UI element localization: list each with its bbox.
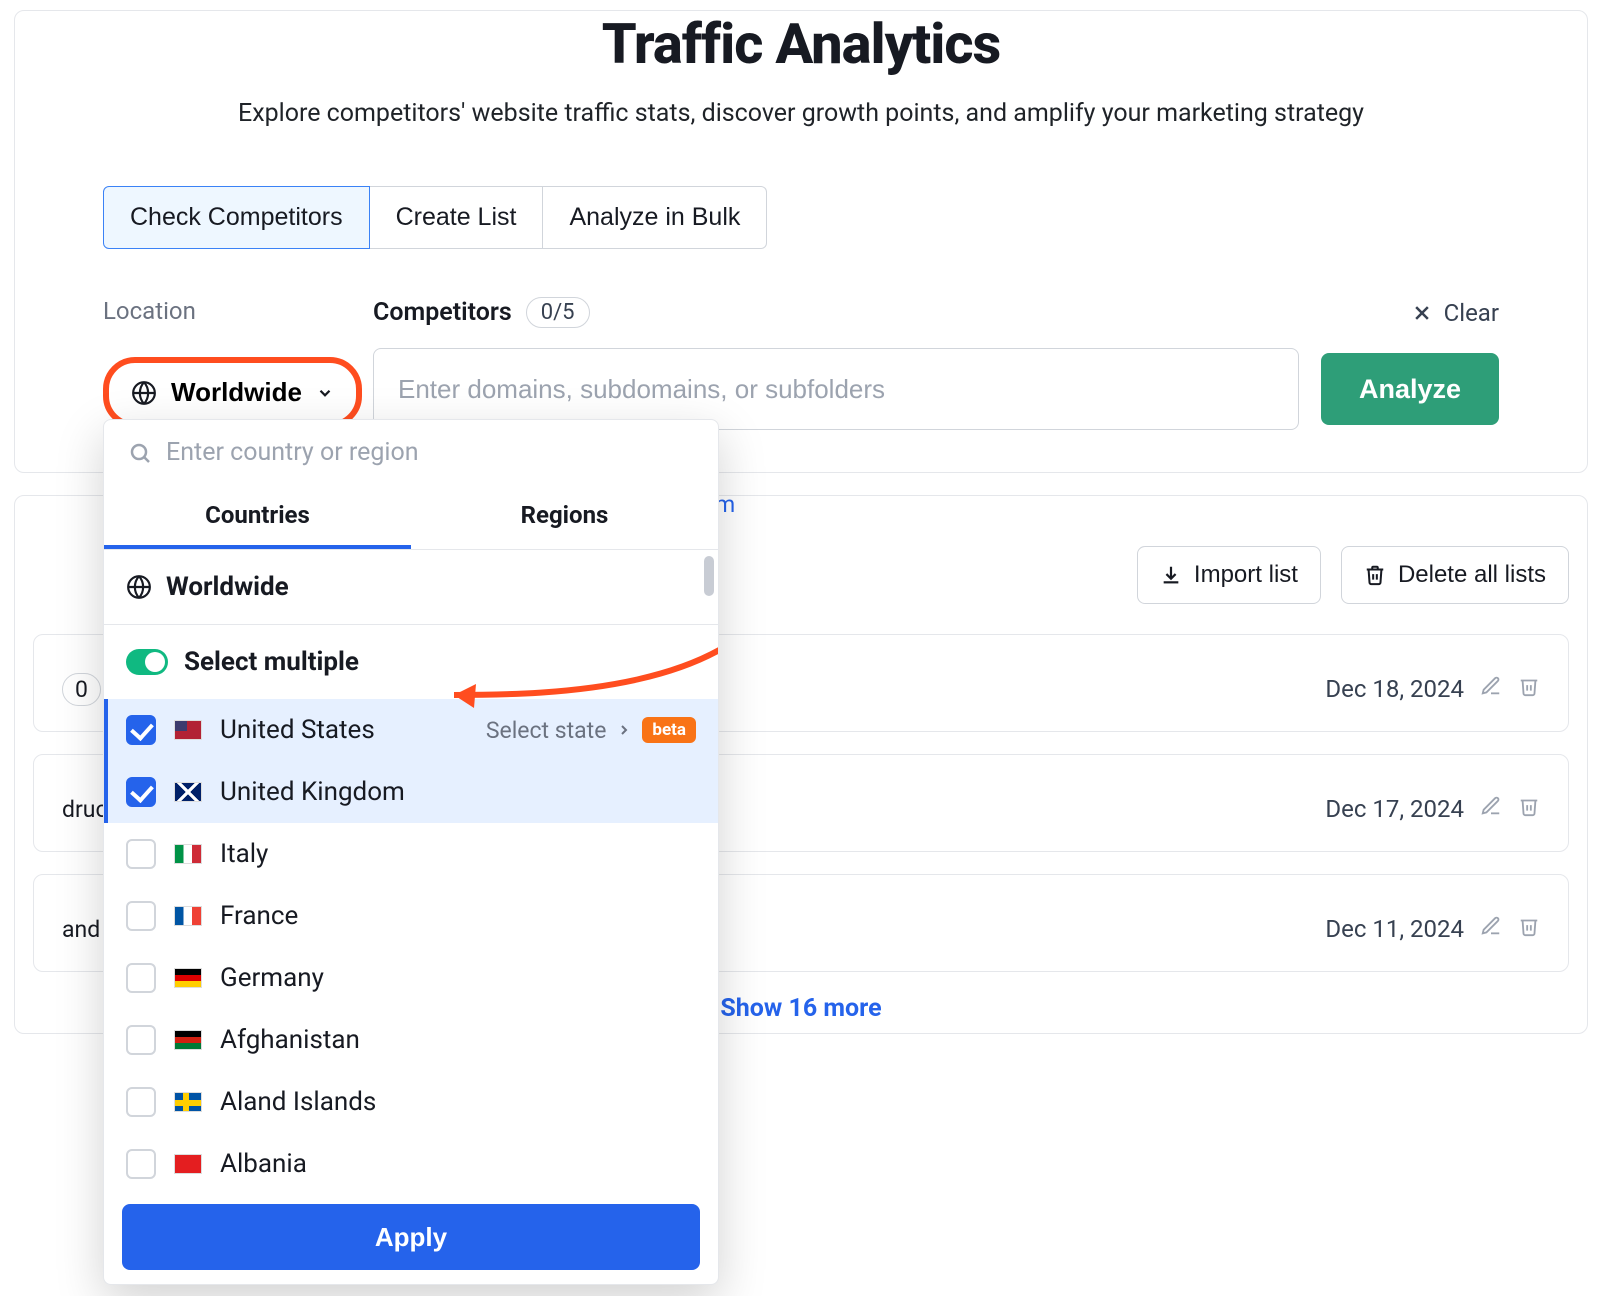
dropdown-tab-regions[interactable]: Regions bbox=[411, 485, 718, 549]
flag-icon bbox=[174, 1154, 202, 1174]
tab-create-list[interactable]: Create List bbox=[370, 186, 544, 249]
edit-icon[interactable] bbox=[1480, 675, 1502, 703]
competitors-label: Competitors bbox=[373, 298, 512, 327]
search-icon bbox=[128, 441, 152, 465]
apply-button[interactable]: Apply bbox=[122, 1204, 700, 1270]
select-multiple-label: Select multiple bbox=[184, 647, 359, 677]
country-name: Afghanistan bbox=[220, 1025, 360, 1055]
dropdown-tab-countries[interactable]: Countries bbox=[104, 485, 411, 549]
dropdown-search-placeholder: Enter country or region bbox=[166, 438, 419, 467]
trash-icon bbox=[1364, 564, 1386, 586]
location-label: Location bbox=[103, 297, 373, 325]
dropdown-footer: Apply bbox=[104, 1190, 718, 1284]
country-name: United States bbox=[220, 715, 375, 745]
list-item-date: Dec 18, 2024 bbox=[1325, 675, 1464, 703]
mode-tabs: Check Competitors Create List Analyze in… bbox=[103, 186, 1587, 249]
country-checkbox[interactable] bbox=[126, 1025, 156, 1055]
country-list: United States Select state beta United King… bbox=[104, 699, 718, 1190]
location-dropdown-button[interactable]: Worldwide bbox=[103, 357, 362, 428]
list-item-meta: Dec 11, 2024 bbox=[1325, 915, 1540, 943]
country-row-us[interactable]: United States Select state beta bbox=[104, 699, 718, 761]
download-icon bbox=[1160, 564, 1182, 586]
country-name: France bbox=[220, 901, 298, 931]
chevron-down-icon bbox=[316, 384, 334, 402]
select-state-link[interactable]: Select state beta bbox=[486, 717, 696, 744]
dropdown-tabs: Countries Regions bbox=[104, 485, 718, 550]
delete-all-label: Delete all lists bbox=[1398, 561, 1546, 589]
list-item-meta: Dec 17, 2024 bbox=[1325, 795, 1540, 823]
delete-icon[interactable] bbox=[1518, 915, 1540, 943]
flag-icon bbox=[174, 720, 202, 740]
main-card: Traffic Analytics Explore competitors' w… bbox=[14, 10, 1588, 473]
country-checkbox[interactable] bbox=[126, 963, 156, 993]
delete-icon[interactable] bbox=[1518, 795, 1540, 823]
page-subtitle: Explore competitors' website traffic sta… bbox=[15, 99, 1587, 128]
select-state-label: Select state bbox=[486, 717, 607, 744]
country-row-ax[interactable]: Aland Islands bbox=[104, 1071, 718, 1133]
competitors-count-pill: 0/5 bbox=[526, 297, 590, 328]
list-item-count-badge: 0 bbox=[62, 673, 101, 706]
delete-icon[interactable] bbox=[1518, 675, 1540, 703]
dropdown-search[interactable]: Enter country or region bbox=[104, 420, 718, 485]
tab-analyze-in-bulk[interactable]: Analyze in Bulk bbox=[543, 186, 767, 249]
flag-icon bbox=[174, 968, 202, 988]
edit-icon[interactable] bbox=[1480, 795, 1502, 823]
select-multiple-toggle[interactable] bbox=[126, 649, 168, 675]
location-button-text: Worldwide bbox=[171, 377, 302, 408]
country-name: United Kingdom bbox=[220, 777, 405, 807]
flag-icon bbox=[174, 906, 202, 926]
flag-icon bbox=[174, 782, 202, 802]
location-dropdown-panel: Enter country or region Countries Region… bbox=[103, 419, 719, 1285]
country-name: Italy bbox=[220, 839, 268, 869]
country-row-it[interactable]: Italy bbox=[104, 823, 718, 885]
list-item-date: Dec 11, 2024 bbox=[1325, 915, 1464, 943]
worldwide-option[interactable]: Worldwide bbox=[104, 550, 718, 624]
close-icon bbox=[1412, 303, 1432, 323]
globe-icon bbox=[126, 574, 152, 600]
chevron-right-icon bbox=[616, 722, 632, 738]
show-more-link[interactable]: Show 16 more bbox=[720, 994, 881, 1023]
country-checkbox[interactable] bbox=[126, 901, 156, 931]
page-title: Traffic Analytics bbox=[15, 11, 1587, 77]
import-list-label: Import list bbox=[1194, 561, 1298, 589]
tab-check-competitors[interactable]: Check Competitors bbox=[103, 186, 370, 249]
list-item-meta: Dec 18, 2024 bbox=[1325, 675, 1540, 703]
analyze-button[interactable]: Analyze bbox=[1321, 353, 1499, 425]
competitors-header: Competitors 0/5 Clear bbox=[373, 297, 1499, 328]
globe-icon bbox=[131, 380, 157, 406]
country-row-de[interactable]: Germany bbox=[104, 947, 718, 1009]
import-list-button[interactable]: Import list bbox=[1137, 546, 1321, 604]
clear-button[interactable]: Clear bbox=[1412, 299, 1499, 327]
country-row-af[interactable]: Afghanistan bbox=[104, 1009, 718, 1071]
competitors-input[interactable] bbox=[373, 348, 1299, 430]
country-checkbox[interactable] bbox=[126, 715, 156, 745]
dropdown-body: Worldwide Select multiple United States S… bbox=[104, 550, 718, 1190]
country-row-uk[interactable]: United Kingdom bbox=[104, 761, 718, 823]
list-item-date: Dec 17, 2024 bbox=[1325, 795, 1464, 823]
country-checkbox[interactable] bbox=[126, 1149, 156, 1179]
flag-icon bbox=[174, 844, 202, 864]
select-multiple-row: Select multiple bbox=[104, 625, 718, 699]
country-checkbox[interactable] bbox=[126, 777, 156, 807]
country-name: Albania bbox=[220, 1149, 307, 1179]
country-checkbox[interactable] bbox=[126, 1087, 156, 1117]
edit-icon[interactable] bbox=[1480, 915, 1502, 943]
scrollbar-thumb[interactable] bbox=[704, 556, 714, 596]
country-row-al[interactable]: Albania bbox=[104, 1133, 718, 1190]
clear-label: Clear bbox=[1444, 299, 1499, 327]
country-name: Germany bbox=[220, 963, 324, 993]
location-column: Location Worldwide bbox=[103, 297, 373, 428]
flag-icon bbox=[174, 1092, 202, 1112]
flag-icon bbox=[174, 1030, 202, 1050]
country-checkbox[interactable] bbox=[126, 839, 156, 869]
delete-all-button[interactable]: Delete all lists bbox=[1341, 546, 1569, 604]
country-name: Aland Islands bbox=[220, 1087, 376, 1117]
competitors-column: Competitors 0/5 Clear Analyze bbox=[373, 297, 1499, 430]
form-row: Location Worldwide Competitors 0/5 Clear bbox=[103, 297, 1499, 430]
worldwide-label: Worldwide bbox=[166, 572, 289, 602]
country-row-fr[interactable]: France bbox=[104, 885, 718, 947]
beta-badge: beta bbox=[642, 717, 696, 743]
